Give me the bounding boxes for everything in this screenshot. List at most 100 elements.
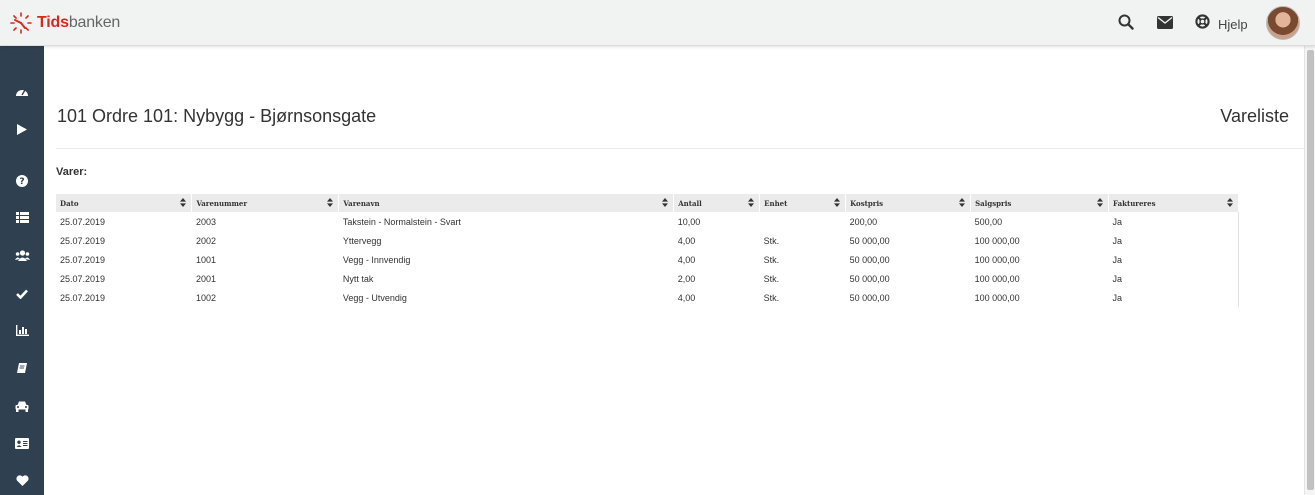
- bar-chart-icon[interactable]: [14, 322, 30, 338]
- column-header-kostpris[interactable]: Kostpris: [845, 194, 972, 212]
- cell-enhet: Stk.: [763, 273, 780, 284]
- column-header-label: Antall: [678, 198, 702, 208]
- cell-salgspris: 500,00: [974, 216, 1003, 227]
- items-table-wrapper: Dato Varenummer Varenavn Antall Enhet Kostpri…: [56, 194, 1239, 307]
- column-header-label: Varenavn: [343, 198, 380, 208]
- cell-varenavn: Takstein - Normalstein - Svart: [342, 216, 461, 227]
- section-label: Varer:: [56, 166, 88, 178]
- column-header-label: Faktureres: [1113, 198, 1156, 208]
- list-icon[interactable]: [14, 209, 30, 225]
- sort-icon[interactable]: [959, 198, 966, 209]
- cell-antall: 4,00: [677, 235, 696, 246]
- cell-enhet: Stk.: [763, 254, 780, 265]
- cell-salgspris: 100 000,00: [974, 273, 1020, 284]
- cell-dato: 25.07.2019: [60, 254, 106, 265]
- column-header-enhet[interactable]: Enhet: [759, 194, 847, 212]
- table-row[interactable]: 25.07.2019 1001 Vegg - Innvendig 4,00 Stk. 50…: [56, 250, 1239, 269]
- check-icon[interactable]: [14, 286, 30, 302]
- table-row[interactable]: 25.07.2019 1002 Vegg - Utvendig 4,00 Stk. 50 …: [56, 288, 1239, 307]
- cell-dato: 25.07.2019: [60, 235, 106, 246]
- cell-salgspris: 100 000,00: [974, 235, 1020, 246]
- cell-salgspris: 100 000,00: [974, 292, 1020, 303]
- envelope-icon[interactable]: [1157, 16, 1173, 34]
- table-row[interactable]: 25.07.2019 2001 Nytt tak 2,00 Stk. 50 000,00 1…: [56, 269, 1239, 288]
- cell-varenummer: 2003: [195, 216, 216, 227]
- cell-varenummer: 2001: [195, 273, 216, 284]
- column-header-label: Kostpris: [850, 198, 884, 208]
- page-subtitle-vareliste: Vareliste: [1220, 106, 1289, 126]
- table-row[interactable]: 25.07.2019 2003 Takstein - Normalstein - S…: [56, 212, 1239, 231]
- column-header-antall[interactable]: Antall: [673, 194, 761, 212]
- lifebuoy-icon: [1195, 14, 1210, 34]
- cell-dato: 25.07.2019: [60, 273, 106, 284]
- cell-faktureres: Ja: [1108, 250, 1239, 269]
- column-header-varenavn[interactable]: Varenavn: [338, 194, 675, 212]
- help-button[interactable]: Hjelp: [1195, 14, 1248, 34]
- sidebar: ?: [0, 46, 44, 495]
- user-avatar[interactable]: [1266, 6, 1300, 40]
- sort-icon[interactable]: [327, 198, 334, 209]
- vertical-scrollbar[interactable]: [1304, 46, 1315, 495]
- top-navbar: Tidsbanken Hjelp: [0, 0, 1315, 46]
- dashboard-icon[interactable]: [14, 83, 30, 99]
- cell-salgspris: 100 000,00: [974, 254, 1020, 265]
- clock-logo-icon: [10, 12, 32, 34]
- cell-kostpris: 50 000,00: [849, 292, 890, 303]
- items-table: Dato Varenummer Varenavn Antall Enhet Kostpri…: [56, 194, 1239, 307]
- column-header-label: Enhet: [764, 198, 788, 208]
- cell-faktureres: Ja: [1108, 231, 1239, 250]
- cell-kostpris: 50 000,00: [849, 273, 890, 284]
- cell-varenummer: 1002: [195, 292, 216, 303]
- column-header-label: Salgspris: [975, 198, 1012, 208]
- scrollbar-thumb[interactable]: [1307, 50, 1314, 490]
- column-header-label: Varenummer: [196, 198, 248, 208]
- play-icon[interactable]: [14, 121, 30, 137]
- title-divider: [56, 148, 1304, 149]
- cell-kostpris: 50 000,00: [849, 235, 890, 246]
- sort-icon[interactable]: [1097, 198, 1103, 209]
- main-content: 101 Ordre 101: Nybygg - Bjørnsonsgate Va…: [44, 46, 1304, 495]
- id-card-icon[interactable]: [14, 435, 30, 451]
- brand-name: Tidsbanken: [37, 14, 121, 31]
- brand-logo[interactable]: Tidsbanken: [10, 12, 120, 34]
- cell-varenavn: Nytt tak: [342, 273, 374, 284]
- column-header-dato[interactable]: Dato: [56, 194, 193, 212]
- cell-kostpris: 200,00: [849, 216, 878, 227]
- sort-icon[interactable]: [1227, 198, 1233, 209]
- cell-faktureres: Ja: [1108, 288, 1239, 307]
- question-icon[interactable]: ?: [14, 173, 30, 189]
- car-icon[interactable]: [14, 398, 30, 414]
- cell-enhet: [760, 212, 846, 231]
- cell-antall: 10,00: [677, 216, 701, 227]
- sort-icon[interactable]: [834, 198, 841, 209]
- table-body: 25.07.2019 2003 Takstein - Normalstein - S…: [56, 212, 1239, 307]
- column-header-faktureres[interactable]: Faktureres: [1108, 194, 1239, 212]
- svg-text:?: ?: [19, 177, 24, 187]
- sort-icon[interactable]: [180, 198, 187, 209]
- cell-antall: 2,00: [677, 273, 696, 284]
- sort-icon[interactable]: [662, 198, 669, 209]
- cell-faktureres: Ja: [1108, 269, 1239, 288]
- help-label: Hjelp: [1218, 16, 1248, 32]
- column-header-varenummer[interactable]: Varenummer: [191, 194, 340, 212]
- cell-antall: 4,00: [677, 292, 696, 303]
- table-row[interactable]: 25.07.2019 2002 Yttervegg 4,00 Stk. 50 000,00…: [56, 231, 1239, 250]
- cell-enhet: Stk.: [763, 235, 780, 246]
- table-header: Dato Varenummer Varenavn Antall Enhet Kostpri…: [56, 194, 1239, 212]
- cell-varenummer: 1001: [195, 254, 216, 265]
- cell-varenavn: Yttervegg: [342, 235, 382, 246]
- page-title: 101 Ordre 101: Nybygg - Bjørnsonsgate: [57, 106, 377, 126]
- search-icon[interactable]: [1118, 14, 1134, 35]
- cell-varenavn: Vegg - Innvendig: [342, 254, 411, 265]
- users-icon[interactable]: [14, 247, 30, 263]
- sort-icon[interactable]: [748, 198, 755, 209]
- heart-icon[interactable]: [14, 472, 30, 488]
- column-header-label: Dato: [60, 198, 79, 208]
- column-header-salgspris[interactable]: Salgspris: [970, 194, 1109, 212]
- cell-faktureres: Ja: [1108, 212, 1239, 231]
- cell-antall: 4,00: [677, 254, 696, 265]
- cell-dato: 25.07.2019: [60, 292, 106, 303]
- cell-enhet: Stk.: [763, 292, 780, 303]
- cell-dato: 25.07.2019: [60, 216, 106, 227]
- book-icon[interactable]: [14, 360, 30, 376]
